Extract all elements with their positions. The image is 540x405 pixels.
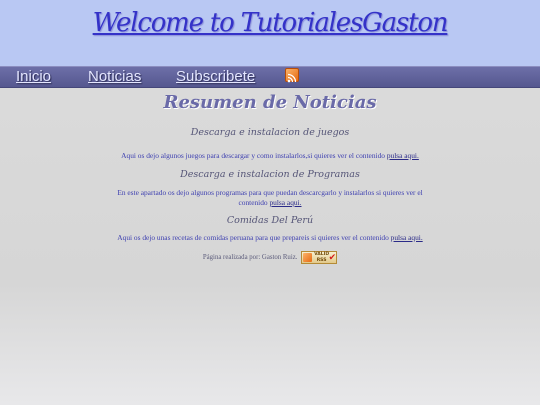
section-title-programas: Descarga e instalacion de Programas	[180, 169, 360, 180]
page-title: Resumen de Noticias	[163, 92, 377, 113]
badge-valid-text: VALID	[314, 252, 330, 257]
site-header: Welcome to TutorialesGaston	[0, 0, 540, 66]
rss-icon[interactable]	[285, 68, 299, 83]
valid-rss-badge[interactable]: VALID RSS ✔	[301, 251, 338, 264]
footer: Página realizada por: Gaston Ruiz. VALID…	[0, 251, 540, 265]
section-text-juegos: Aqui os dejo algunos juegos para descarg…	[110, 151, 430, 161]
nav-link-subscribete[interactable]: Subscribete	[176, 67, 255, 87]
section-text-programas: En este apartado os dejo algunos program…	[110, 188, 430, 207]
site-title-link[interactable]: Welcome to TutorialesGaston	[0, 8, 540, 38]
section-title-juegos: Descarga e instalacion de juegos	[190, 127, 350, 138]
section-body: Aqui os dejo algunos juegos para descarg…	[121, 151, 387, 160]
nav-link-noticias[interactable]: Noticias	[88, 67, 141, 87]
pulsa-aqui-link-juegos[interactable]: pulsa aqui.	[387, 151, 419, 160]
footer-credit: Página realizada por: Gaston Ruiz.	[202, 254, 298, 262]
rss-icon	[303, 253, 313, 262]
pulsa-aqui-link-comidas[interactable]: pulsa aqui.	[391, 233, 423, 242]
section-text-comidas: Aqui os dejo unas recetas de comidas per…	[110, 233, 430, 243]
section-body: Aqui os dejo unas recetas de comidas per…	[117, 233, 391, 242]
nav-link-inicio[interactable]: Inicio	[16, 67, 51, 87]
badge-rss-text: RSS	[316, 257, 327, 263]
nav-bar: Inicio Noticias Subscribete	[0, 66, 540, 88]
check-icon: ✔	[328, 252, 337, 262]
badge-label: VALID RSS	[314, 252, 329, 263]
section-title-comidas: Comidas Del Perú	[226, 215, 314, 226]
pulsa-aqui-link-programas[interactable]: pulsa aqui.	[269, 198, 301, 207]
